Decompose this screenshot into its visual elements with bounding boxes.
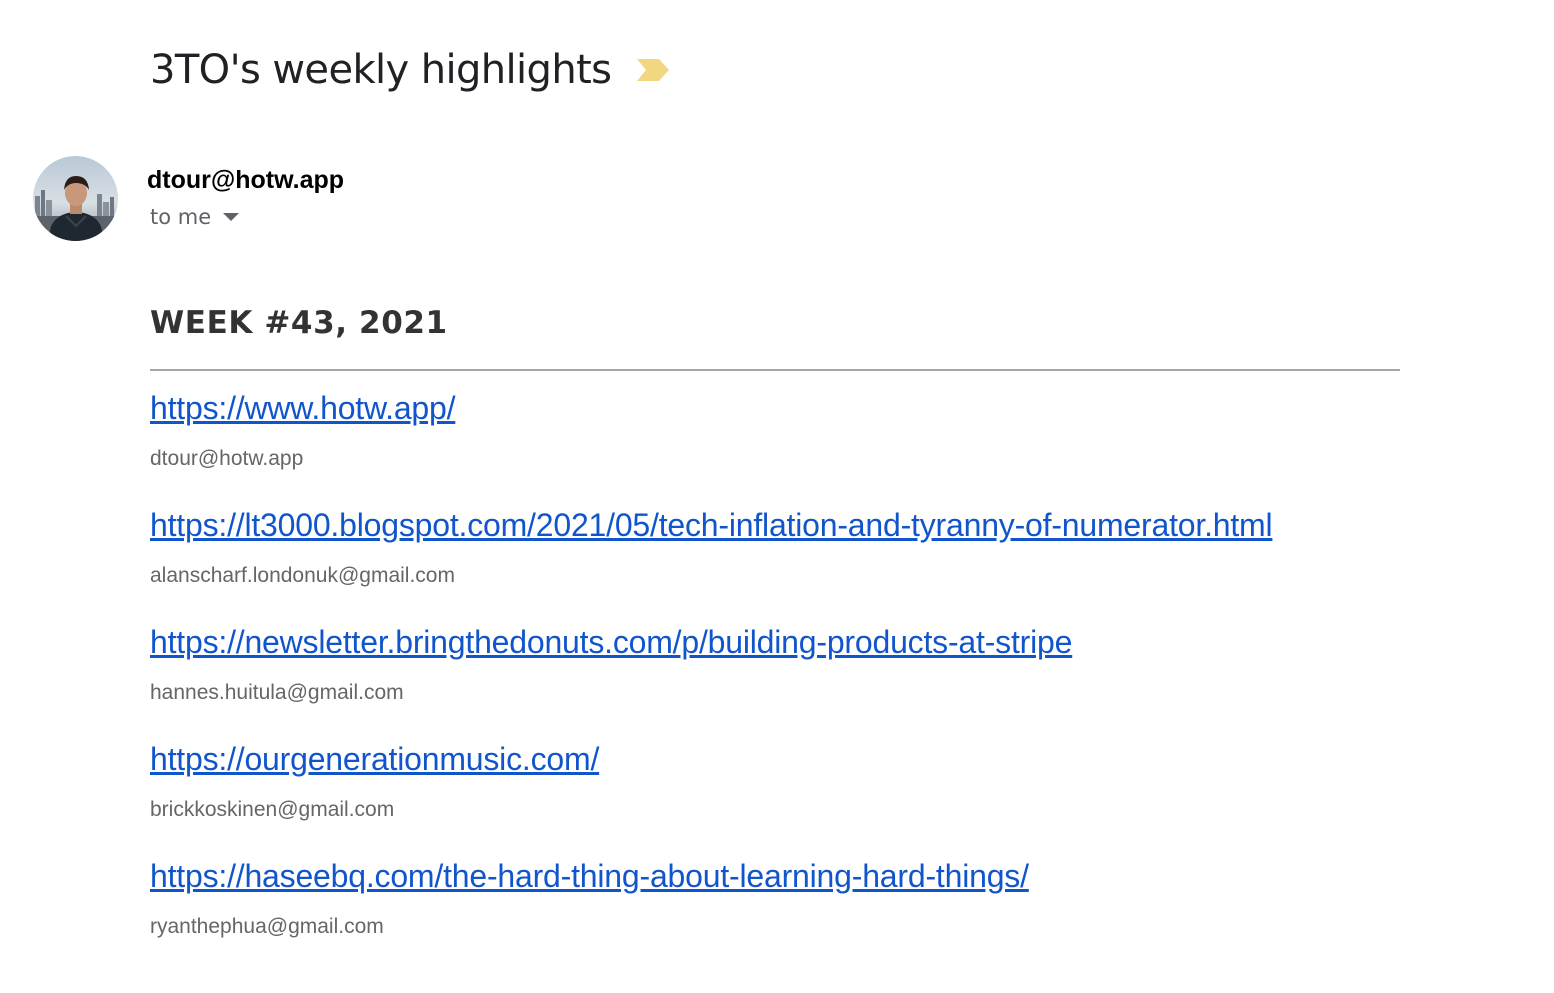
week-heading: WEEK #43, 2021 (150, 305, 448, 341)
submitter-email: hannes.huitula@gmail.com (150, 681, 404, 704)
list-item: https://lt3000.blogspot.com/2021/05/tech… (150, 507, 1530, 624)
list-item: https://ourgenerationmusic.com/ brickkos… (150, 741, 1530, 858)
recipient-label: to me (150, 205, 212, 229)
list-item: https://www.hotw.app/ dtour@hotw.app (150, 390, 1530, 507)
submitter-email: brickkoskinen@gmail.com (150, 798, 395, 821)
list-item: https://haseebq.com/the-hard-thing-about… (150, 858, 1530, 975)
submitter-email: dtour@hotw.app (150, 447, 304, 470)
divider (150, 369, 1400, 371)
highlight-link[interactable]: https://ourgenerationmusic.com/ (150, 741, 599, 778)
highlight-link[interactable]: https://haseebq.com/the-hard-thing-about… (150, 858, 1029, 895)
sender-avatar[interactable] (33, 156, 118, 241)
subject-header: 3TO's weekly highlights (150, 42, 671, 98)
email-subject: 3TO's weekly highlights (150, 47, 612, 93)
importance-marker-icon[interactable] (635, 57, 671, 83)
recipient-details-toggle[interactable]: to me (150, 205, 240, 229)
highlight-link[interactable]: https://lt3000.blogspot.com/2021/05/tech… (150, 507, 1273, 544)
highlight-list: https://www.hotw.app/ dtour@hotw.app htt… (150, 390, 1530, 975)
highlight-link[interactable]: https://www.hotw.app/ (150, 390, 456, 427)
caret-down-icon[interactable] (223, 213, 240, 221)
submitter-email: alanscharf.londonuk@gmail.com (150, 564, 455, 587)
submitter-email: ryanthephua@gmail.com (150, 915, 384, 938)
list-item: https://newsletter.bringthedonuts.com/p/… (150, 624, 1530, 741)
highlight-link[interactable]: https://newsletter.bringthedonuts.com/p/… (150, 624, 1072, 661)
sender-email: dtour@hotw.app (147, 166, 345, 194)
